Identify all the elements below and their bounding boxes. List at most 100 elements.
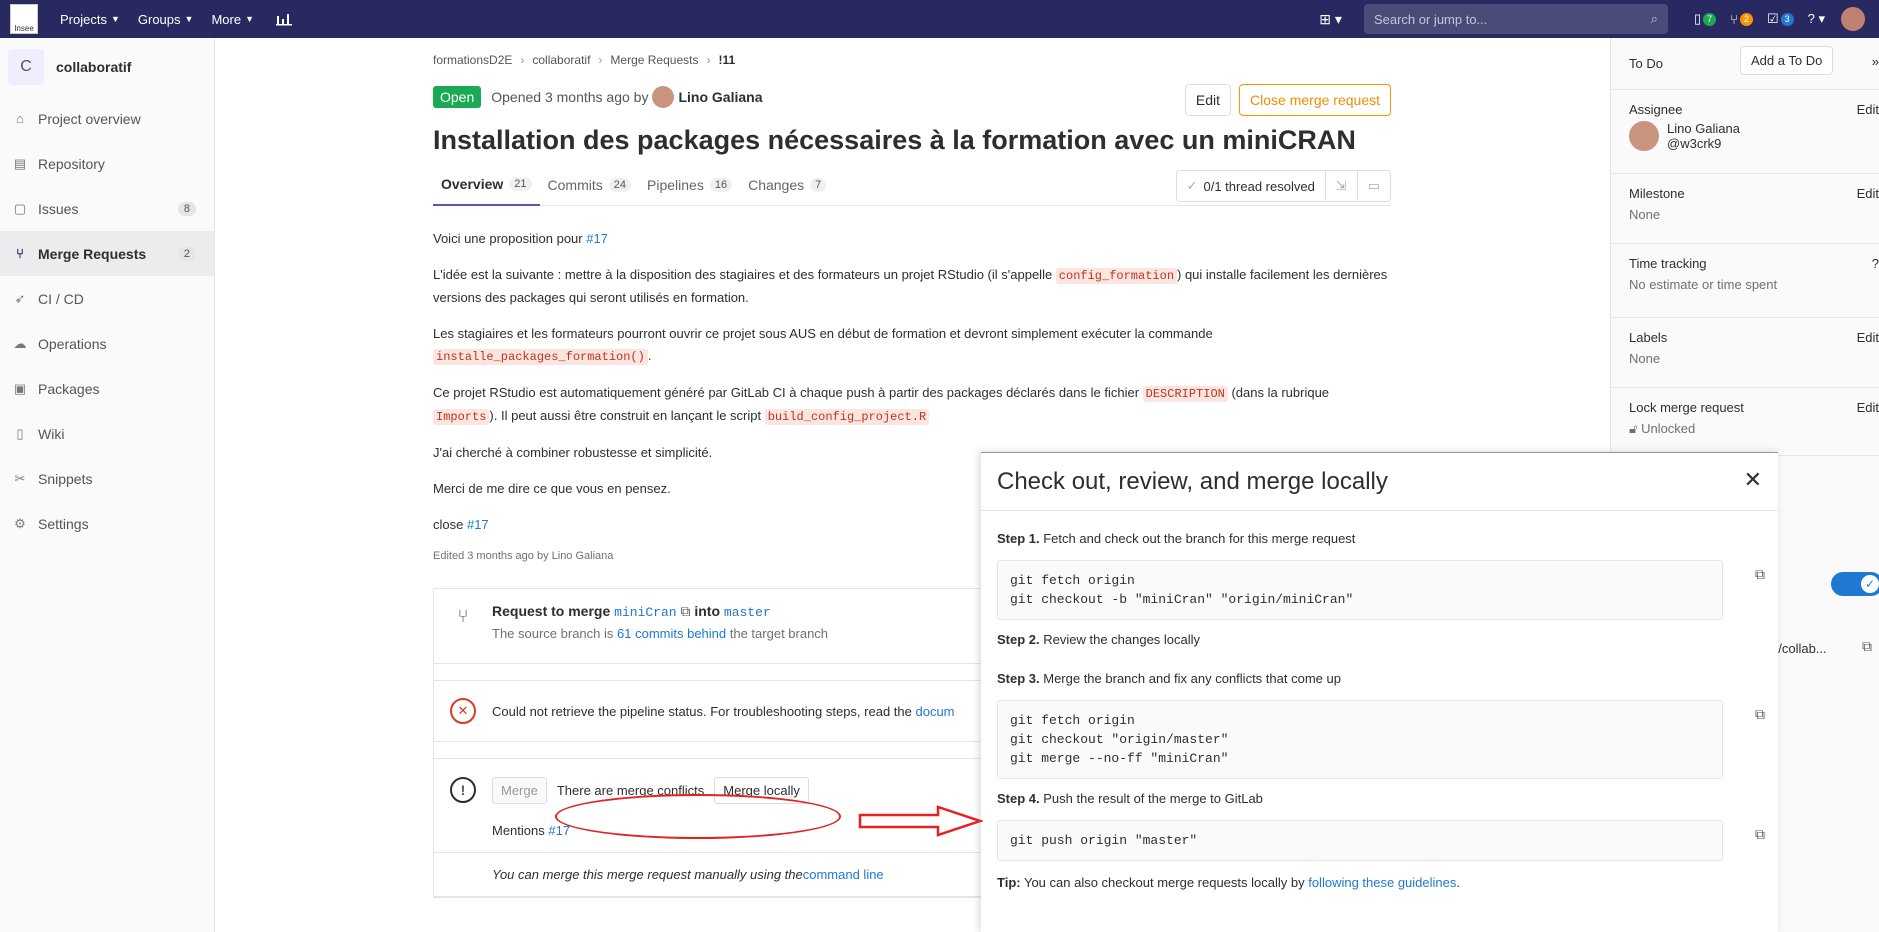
check-circle-icon: ✓ [1186, 178, 1198, 193]
copy-branch-icon[interactable]: ⧉ [680, 603, 690, 619]
activity-chart-icon[interactable] [276, 12, 292, 26]
help-icon[interactable]: ? [1872, 256, 1879, 271]
tab-commits[interactable]: Commits 24 [540, 164, 639, 206]
inline-code: installe_packages_formation() [433, 349, 648, 365]
nav-groups[interactable]: Groups ▼ [138, 12, 194, 27]
breadcrumb-group[interactable]: formationsD2E [433, 53, 512, 67]
author-avatar [652, 86, 675, 108]
sidebar-item-merge-requests[interactable]: ⑂ Merge Requests 2 [0, 231, 214, 276]
issue-link[interactable]: #17 [586, 231, 608, 246]
time-tracking-block: Time tracking ? No estimate or time spen… [1611, 244, 1879, 318]
user-avatar[interactable] [1841, 7, 1865, 31]
reference-text: e/collab... [1771, 641, 1827, 656]
copy-icon[interactable]: ⧉ [1755, 566, 1765, 583]
edit-button[interactable]: Edit [1184, 84, 1232, 116]
merge-button[interactable]: Merge [492, 776, 547, 804]
code-block-3[interactable]: git fetch origin git checkout "origin/ma… [997, 700, 1723, 779]
author-link[interactable]: Lino Galiana [652, 86, 763, 108]
tab-pipelines[interactable]: Pipelines 16 [639, 164, 740, 206]
tab-changes[interactable]: Changes 7 [740, 164, 834, 206]
step-text: Fetch and check out the branch for this … [1039, 531, 1356, 546]
sidebar-item-label: Repository [38, 155, 105, 172]
notifications-toggle[interactable]: ✓ [1831, 572, 1879, 596]
text: into [694, 603, 720, 619]
threads-text: 0/1 thread resolved [1203, 178, 1315, 194]
cloud-icon: ☁ [13, 335, 27, 351]
mr-count-badge: 2 [177, 246, 196, 261]
sidebar-item-repository[interactable]: ▤ Repository [0, 141, 214, 186]
tab-overview[interactable]: Overview 21 [433, 164, 540, 206]
sidebar-item-project-overview[interactable]: ⌂ Project overview [0, 96, 214, 141]
source-branch-link[interactable]: miniCran [614, 605, 676, 620]
insee-logo[interactable]: Insee [10, 4, 38, 34]
time-tracking-value: No estimate or time spent [1629, 277, 1778, 292]
comment-button[interactable]: ▭ [1358, 171, 1390, 201]
docs-link[interactable]: docum [915, 704, 954, 719]
search-placeholder: Search or jump to... [1373, 11, 1488, 27]
sidebar-item-packages[interactable]: ▣ Packages [0, 366, 214, 411]
step-label: Step 4. [997, 791, 1040, 806]
step-text: Review the changes locally [1039, 632, 1201, 647]
assignee-edit-link[interactable]: Edit [1857, 102, 1879, 117]
lock-icon: 🔓︎ [1629, 421, 1638, 436]
issues-icon: ▢ [13, 200, 27, 216]
tab-count: 16 [709, 177, 733, 192]
breadcrumb-mrs[interactable]: Merge Requests [610, 53, 698, 67]
lock-block: Lock merge request Edit 🔓︎ Unlocked [1611, 388, 1879, 456]
nav-more[interactable]: More ▼ [211, 12, 254, 27]
search-input[interactable]: Search or jump to... ⌕ [1363, 4, 1668, 34]
step-text: Merge the branch and fix any conflicts t… [1039, 671, 1341, 686]
guidelines-link[interactable]: following these guidelines [1308, 875, 1456, 890]
nav-projects[interactable]: Projects ▼ [60, 12, 120, 27]
milestone-value: None [1629, 207, 1661, 222]
command-line-link[interactable]: command line [803, 867, 884, 882]
breadcrumb-project[interactable]: collaboratif [532, 53, 590, 67]
opened-text: Opened 3 months ago by [491, 89, 649, 105]
sidebar-item-snippets[interactable]: ✂ Snippets [0, 456, 214, 501]
sidebar-item-ci-cd[interactable]: ➶ CI / CD [0, 276, 214, 321]
todos-counter[interactable]: ☑ 3 [1767, 11, 1794, 27]
threads-status[interactable]: ✓ 0/1 thread resolved [1177, 171, 1326, 201]
mr-counter[interactable]: ⑂ 2 [1730, 12, 1753, 27]
page-title: Installation des packages nécessaires à … [433, 125, 1356, 155]
lock-edit-link[interactable]: Edit [1857, 400, 1879, 415]
tab-count: 24 [608, 177, 631, 192]
next-thread-button[interactable]: ⇲ [1326, 171, 1358, 201]
add-todo-button[interactable]: Add a To Do [1740, 46, 1834, 75]
sidebar-item-label: Packages [38, 380, 100, 397]
sidebar-item-issues[interactable]: ▢ Issues 8 [0, 186, 214, 231]
project-header[interactable]: C collaboratif [0, 38, 214, 96]
collapse-sidebar-icon[interactable]: » [1872, 54, 1879, 69]
breadcrumb-current[interactable]: !11 [718, 53, 735, 67]
issue-link[interactable]: #17 [467, 517, 489, 532]
logo-text: Insee [14, 24, 34, 33]
assignee-name[interactable]: Lino Galiana [1667, 121, 1740, 136]
assignee-avatar[interactable] [1629, 121, 1659, 151]
new-item-plus-icon[interactable]: ⊞ ▾ [1319, 11, 1342, 28]
close-icon[interactable]: ✕ [1744, 467, 1762, 493]
milestone-edit-link[interactable]: Edit [1857, 186, 1879, 201]
step-label: Step 1. [997, 531, 1040, 546]
behind-info: The source branch is 61 commits behind t… [492, 626, 828, 641]
commits-behind-link[interactable]: 61 commits behind [617, 626, 726, 641]
sidebar-item-operations[interactable]: ☁ Operations [0, 321, 214, 366]
text: ). Il peut aussi être construit en lança… [489, 408, 765, 423]
lock-label: Lock merge request [1629, 400, 1744, 415]
code-block-4[interactable]: git push origin "master" [997, 820, 1723, 861]
help-icon[interactable]: ? ▾ [1808, 11, 1825, 27]
close-mr-button[interactable]: Close merge request [1239, 84, 1391, 116]
inline-code: build_config_project.R [764, 409, 930, 425]
issues-counter[interactable]: ▯ 7 [1694, 11, 1717, 27]
copy-icon[interactable]: ⧉ [1755, 706, 1765, 723]
package-icon: ▣ [13, 380, 27, 396]
next-thread-icon: ⇲ [1335, 178, 1347, 193]
code-block-1[interactable]: git fetch origin git checkout -b "miniCr… [997, 560, 1723, 620]
labels-edit-link[interactable]: Edit [1857, 330, 1879, 345]
target-branch-link[interactable]: master [724, 605, 771, 620]
sidebar-item-settings[interactable]: ⚙ Settings [0, 501, 214, 546]
copy-reference-icon[interactable]: ⧉ [1862, 638, 1872, 655]
todo-block: To Do Add a To Do » [1611, 38, 1879, 90]
project-name: collaboratif [56, 59, 132, 75]
copy-icon[interactable]: ⧉ [1755, 826, 1765, 843]
sidebar-item-wiki[interactable]: ▯ Wiki [0, 411, 214, 456]
